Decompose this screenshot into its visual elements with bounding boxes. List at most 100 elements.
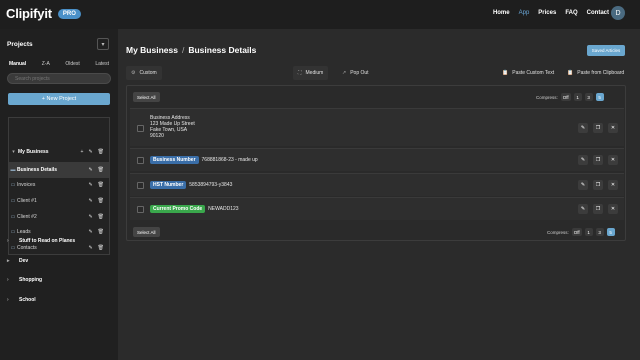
sort-latest[interactable]: Latest (95, 61, 109, 67)
caret-right-icon: › (7, 297, 9, 303)
tree-item-my-business[interactable]: ▾ My Business + ✎ 🗑 (9, 144, 109, 160)
add-icon[interactable]: + (81, 149, 84, 155)
clip-row[interactable]: Business Number 768881868-23 - made up ✎… (130, 148, 624, 171)
clip-checkbox[interactable] (137, 157, 144, 164)
close-icon[interactable]: ✕ (608, 155, 618, 165)
edit-icon[interactable]: ✎ (88, 198, 92, 204)
compress-label: Compress: (536, 94, 558, 100)
collapse-sidebar-button[interactable]: ▾ (97, 38, 109, 50)
paste-from-clipboard-button[interactable]: 📋 Paste from Clipboard (567, 66, 624, 80)
copy-icon[interactable]: ❐ (593, 204, 603, 214)
nav-home[interactable]: Home (493, 10, 510, 16)
caret-right-icon: › (7, 277, 9, 283)
clip-content: Business Number 768881868-23 - made up (150, 156, 258, 164)
custom-label: Custom (139, 70, 157, 76)
clipboard-icon: 📋 (567, 70, 574, 76)
nav-faq[interactable]: FAQ (565, 10, 577, 16)
tree-item-label: Invoices (17, 182, 36, 188)
clip-actions: ✎ ❐ ✕ (578, 155, 618, 165)
compress-option-5[interactable]: 5 (595, 93, 604, 101)
compress-option-off[interactable]: Off (560, 93, 571, 101)
tree-item-business-details[interactable]: ▬ Business Details ✎ 🗑 (9, 162, 109, 178)
compress-option-1[interactable]: 1 (584, 228, 593, 236)
delete-icon[interactable]: 🗑 (98, 214, 104, 220)
compress-option-3[interactable]: 3 (595, 228, 604, 236)
sort-z-a[interactable]: Z-A (42, 61, 50, 67)
tree-item-label: My Business (18, 149, 49, 155)
main-nav: Home App Prices FAQ Contact (484, 10, 609, 16)
clip-checkbox[interactable] (137, 206, 144, 213)
clip-row[interactable]: Business Address 123 Made Up Street Fake… (130, 108, 624, 146)
custom-dropdown[interactable]: ⚙ Custom (126, 66, 162, 80)
compress-option-5[interactable]: 5 (606, 228, 615, 236)
clip-actions: ✎ ❐ ✕ (578, 204, 618, 214)
breadcrumb-separator: / (181, 45, 185, 55)
pop-out-label: Pop Out (350, 70, 369, 76)
caret-down-icon: ▾ (12, 149, 15, 155)
clip-value: NEWADD123 (208, 206, 239, 212)
size-dropdown[interactable]: ⛶ Medium (293, 66, 329, 80)
edit-icon[interactable]: ✎ (578, 155, 588, 165)
user-avatar[interactable]: D (611, 6, 625, 20)
project-stuff-to-read[interactable]: › Stuff to Read on Planes (7, 235, 111, 247)
compress-label: Compress: (547, 229, 569, 235)
tree-item-client-1[interactable]: ▭ Client #1 ✎ 🗑 (9, 193, 109, 209)
project-school[interactable]: › School (7, 294, 111, 306)
compress-option-1[interactable]: 1 (573, 93, 582, 101)
edit-icon[interactable]: ✎ (578, 123, 588, 133)
paste-custom-text-button[interactable]: 📋 Paste Custom Text (502, 66, 554, 80)
nav-prices[interactable]: Prices (538, 10, 556, 16)
copy-icon[interactable]: ❐ (593, 123, 603, 133)
settings-icon: ⚙ (131, 70, 136, 76)
compress-option-3[interactable]: 3 (584, 93, 593, 101)
clip-value: 5853894793-y3843 (189, 182, 233, 188)
saved-articles-button[interactable]: Saved Articles (587, 45, 625, 56)
clip-row[interactable]: Current Promo Code NEWADD123 ✎ ❐ ✕ (130, 197, 624, 220)
edit-icon[interactable]: ✎ (88, 149, 92, 155)
clip-content: Current Promo Code NEWADD123 (150, 205, 239, 213)
tree-item-client-2[interactable]: ▭ Client #2 ✎ 🗑 (9, 209, 109, 225)
clip-checkbox[interactable] (137, 125, 144, 132)
new-project-button[interactable]: + New Project (8, 93, 110, 105)
edit-icon[interactable]: ✎ (578, 204, 588, 214)
chevron-down-icon: ▾ (101, 41, 105, 48)
select-all-button-bottom[interactable]: Select All (133, 227, 160, 237)
delete-icon[interactable]: 🗑 (98, 149, 104, 155)
nav-app[interactable]: App (519, 10, 530, 16)
edit-icon[interactable]: ✎ (88, 182, 92, 188)
clip-line: 90120 (150, 133, 164, 139)
sort-manual[interactable]: Manual (9, 61, 26, 67)
clip-row[interactable]: HST Number 5853894793-y3843 ✎ ❐ ✕ (130, 173, 624, 196)
edit-icon[interactable]: ✎ (578, 180, 588, 190)
project-dev[interactable]: ▸ Dev (7, 255, 111, 267)
close-icon[interactable]: ✕ (608, 180, 618, 190)
edit-icon[interactable]: ✎ (88, 214, 92, 220)
clip-checkbox[interactable] (137, 182, 144, 189)
delete-icon[interactable]: 🗑 (98, 167, 104, 173)
clip-value: 768881868-23 - made up (201, 157, 258, 163)
close-icon[interactable]: ✕ (608, 204, 618, 214)
delete-icon[interactable]: 🗑 (98, 182, 104, 188)
select-all-button-top[interactable]: Select All (133, 92, 160, 102)
close-icon[interactable]: ✕ (608, 123, 618, 133)
clip-actions: ✎ ❐ ✕ (578, 123, 618, 133)
edit-icon[interactable]: ✎ (88, 167, 92, 173)
nav-contact[interactable]: Contact (587, 10, 609, 16)
pop-out-button[interactable]: ↗ Pop Out (342, 66, 369, 80)
copy-icon[interactable]: ❐ (593, 155, 603, 165)
search-projects-input[interactable] (7, 73, 111, 84)
tree-item-invoices[interactable]: ▭ Invoices ✎ 🗑 (9, 177, 109, 193)
clip-tag: Business Number (150, 156, 199, 164)
sort-oldest[interactable]: Oldest (65, 61, 79, 67)
breadcrumb-project[interactable]: My Business (126, 45, 178, 55)
project-shopping[interactable]: › Shopping (7, 274, 111, 286)
resize-icon: ⛶ (298, 70, 302, 76)
logo[interactable]: Clipifyit PRO (6, 6, 81, 21)
paste-clipboard-label: Paste from Clipboard (577, 70, 625, 76)
top-nav: Clipifyit PRO Home App Prices FAQ Contac… (0, 0, 640, 29)
logo-text: Clipifyit (6, 6, 52, 21)
copy-icon[interactable]: ❐ (593, 180, 603, 190)
delete-icon[interactable]: 🗑 (98, 198, 104, 204)
project-label: Stuff to Read on Planes (19, 238, 76, 244)
compress-option-off[interactable]: Off (571, 228, 582, 236)
